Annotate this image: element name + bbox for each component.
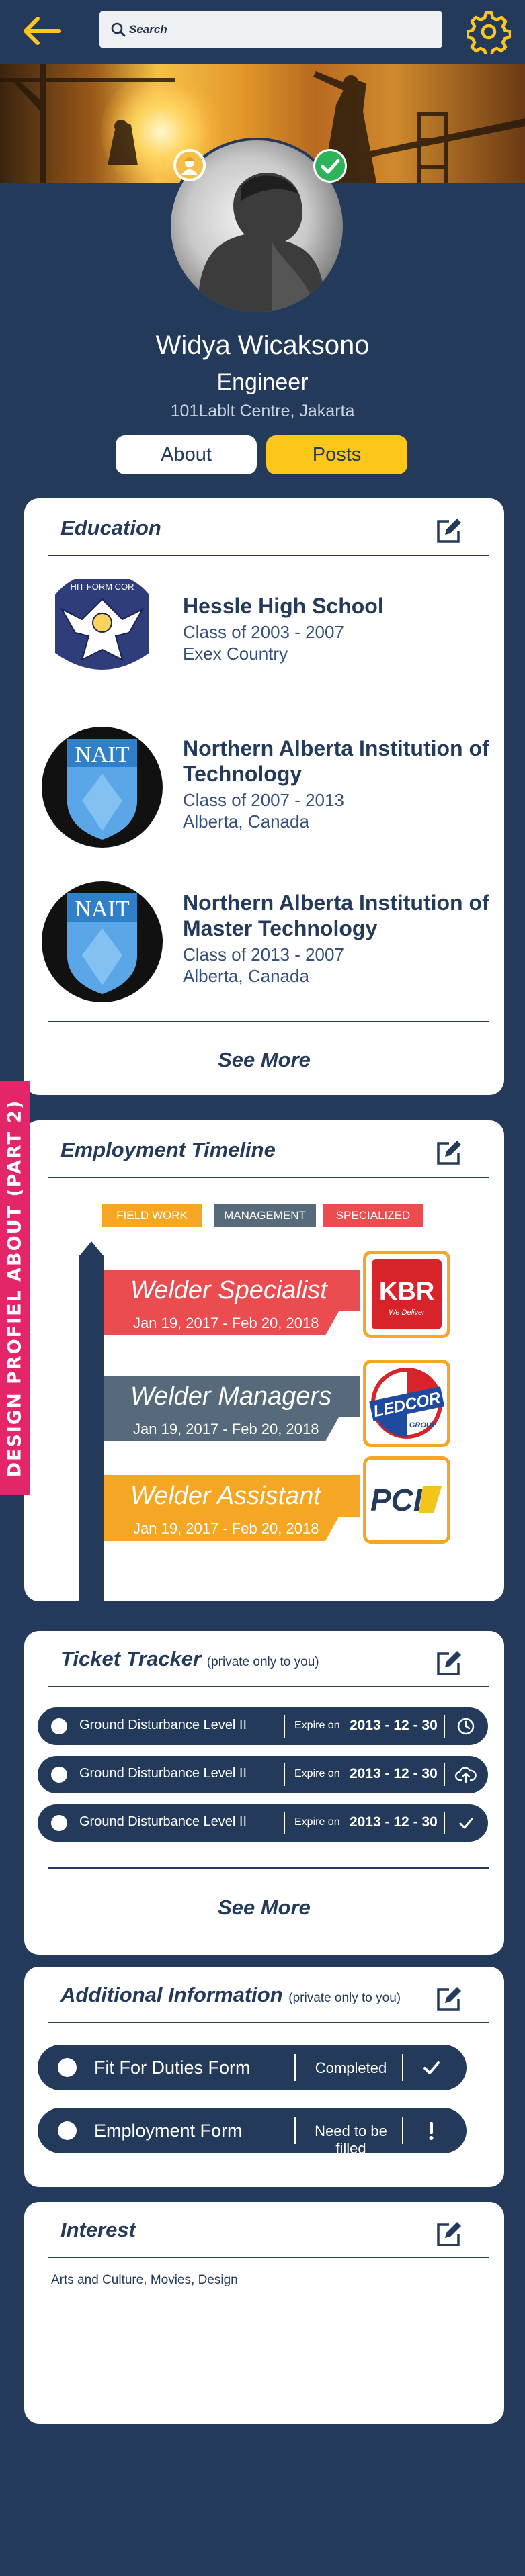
school-name: Northern Alberta Institution of Technolo…: [183, 736, 489, 786]
school-place: Exex Country: [183, 643, 288, 664]
edit-icon[interactable]: [434, 1139, 462, 1167]
form-status: Completed: [315, 2059, 387, 2076]
edit-icon[interactable]: [434, 517, 462, 545]
ticket-name: Ground Disturbance Level II: [79, 1766, 247, 1781]
school-logo: NAIT: [42, 727, 163, 848]
tag-specialized[interactable]: SPECIALIZED: [323, 1204, 423, 1227]
education-see-more[interactable]: See More: [24, 1048, 504, 1072]
settings-button[interactable]: [465, 9, 512, 58]
tickets-see-more[interactable]: See More: [24, 1896, 504, 1920]
company-tagline: GROUP: [409, 1421, 437, 1429]
ticket-name: Ground Disturbance Level II: [79, 1814, 247, 1829]
ticket-row[interactable]: Ground Disturbance Level II Expire on 20…: [38, 1707, 488, 1745]
ticket-date: 2013 - 12 - 30: [350, 1718, 438, 1733]
check-icon[interactable]: [419, 2055, 444, 2080]
profile-location: 101Lablt Centre, Jakarta: [170, 402, 355, 420]
ticket-status-dot: [51, 1767, 67, 1783]
education-title: Education: [60, 516, 161, 539]
job-title: Welder Specialist: [130, 1276, 327, 1304]
check-icon[interactable]: [455, 1812, 477, 1834]
company-logo-pcl: PCL: [363, 1456, 450, 1544]
tag-field-work[interactable]: FIELD WORK: [102, 1204, 202, 1227]
job-dates: Jan 19, 2017 - Feb 20, 2018: [133, 1315, 319, 1331]
interest-text: Arts and Culture, Movies, Design: [51, 2273, 238, 2287]
private-note: (private only to you): [288, 1991, 401, 2005]
school-place: Alberta, Canada: [183, 811, 309, 832]
profile-name: Widya Wicaksono: [155, 330, 370, 360]
interest-title: Interest: [60, 2218, 136, 2241]
employment-title: Employment Timeline: [60, 1138, 276, 1161]
company-tagline: We Deliver: [389, 1308, 426, 1317]
timeline-job[interactable]: Welder Specialist Jan 19, 2017 - Feb 20,…: [104, 1270, 360, 1337]
ticket-status-dot: [51, 1815, 67, 1831]
school-logo-text: NAIT: [75, 897, 129, 922]
company-logo-kbr: KBR We Deliver: [363, 1251, 450, 1338]
tag-management[interactable]: MANAGEMENT: [214, 1204, 316, 1227]
private-note: (private only to you): [206, 1655, 319, 1669]
exclamation-icon[interactable]: [419, 2119, 444, 2143]
design-label-ribbon: DESIGN PROFIEL ABOUT (PART 2): [0, 1081, 30, 1495]
form-status: Need to be filled: [315, 2123, 387, 2157]
form-name: Fit For Duties Form: [94, 2057, 251, 2078]
school-logo-text: HIT FORM COR: [70, 582, 134, 592]
company-logo-ledcor: LEDCOR GROUP: [363, 1360, 450, 1447]
ticket-row[interactable]: Ground Disturbance Level II Expire on 20…: [38, 1804, 488, 1842]
job-title: Welder Managers: [130, 1382, 332, 1411]
ticket-date: 2013 - 12 - 30: [350, 1766, 438, 1781]
timeline-job[interactable]: Welder Managers Jan 19, 2017 - Feb 20, 2…: [104, 1376, 360, 1443]
search-input[interactable]: [129, 11, 432, 48]
school-class: Class of 2013 - 2007: [183, 944, 344, 965]
info-form-row[interactable]: Employment Form Need to be filled: [38, 2108, 467, 2157]
job-dates: Jan 19, 2017 - Feb 20, 2018: [133, 1421, 319, 1437]
verified-check-icon: [313, 149, 347, 183]
company-name: KBR: [379, 1278, 434, 1306]
top-bar: [0, 0, 525, 64]
ticket-expire-label: Expire on: [294, 1720, 340, 1731]
school-place: Alberta, Canada: [183, 966, 309, 986]
edit-icon[interactable]: [434, 2221, 462, 2249]
form-status-dot: [58, 2121, 77, 2140]
back-button[interactable]: [20, 15, 63, 47]
additional-info-title: Additional Information (private only to …: [60, 1983, 401, 2006]
info-form-row[interactable]: Fit For Duties Form Completed: [38, 2045, 467, 2090]
school-name: Northern Alberta Institution of Master T…: [183, 891, 489, 940]
ribbon-text: DESIGN PROFIEL ABOUT (PART 2): [4, 1099, 26, 1478]
timeline-job[interactable]: Welder Assistant Jan 19, 2017 - Feb 20, …: [104, 1475, 360, 1542]
form-name: Employment Form: [94, 2121, 243, 2141]
edit-icon[interactable]: [434, 1650, 462, 1678]
education-card: Education HIT FORM COR Hessle High Schoo…: [24, 498, 504, 1095]
ticket-expire-label: Expire on: [294, 1768, 340, 1779]
school-class: Class of 2007 - 2013: [183, 790, 344, 810]
gear-icon: [465, 11, 512, 58]
school-name: Hessle High School: [183, 594, 384, 618]
school-class: Class of 2003 - 2007: [183, 622, 344, 642]
arrow-left-icon: [24, 17, 61, 45]
interest-card: Interest Arts and Culture, Movies, Desig…: [24, 2202, 504, 2424]
ticket-date: 2013 - 12 - 30: [350, 1814, 438, 1830]
job-title: Welder Assistant: [130, 1482, 321, 1510]
worker-badge-icon: [173, 149, 206, 181]
about-tab[interactable]: About: [116, 435, 257, 474]
school-logo: NAIT: [42, 881, 163, 1002]
ticket-tracker-title: Ticket Tracker (private only to you): [60, 1647, 319, 1671]
cloud-upload-icon[interactable]: [455, 1764, 477, 1785]
job-dates: Jan 19, 2017 - Feb 20, 2018: [133, 1520, 319, 1537]
posts-tab[interactable]: Posts: [266, 435, 407, 474]
timeline-pole: [79, 1255, 104, 1604]
school-logo: HIT FORM COR: [42, 572, 163, 693]
search-bar: [99, 11, 442, 48]
profile-role: Engineer: [216, 369, 309, 395]
school-logo-text: NAIT: [75, 742, 129, 767]
edit-icon[interactable]: [434, 1986, 462, 2014]
clock-icon[interactable]: [455, 1716, 477, 1737]
search-icon: [111, 22, 126, 37]
form-status-dot: [58, 2058, 77, 2077]
ticket-name: Ground Disturbance Level II: [79, 1718, 247, 1732]
timeline-pole-top: [79, 1241, 104, 1256]
ticket-row[interactable]: Ground Disturbance Level II Expire on 20…: [38, 1756, 488, 1793]
ticket-expire-label: Expire on: [294, 1816, 340, 1828]
ticket-status-dot: [51, 1718, 67, 1734]
